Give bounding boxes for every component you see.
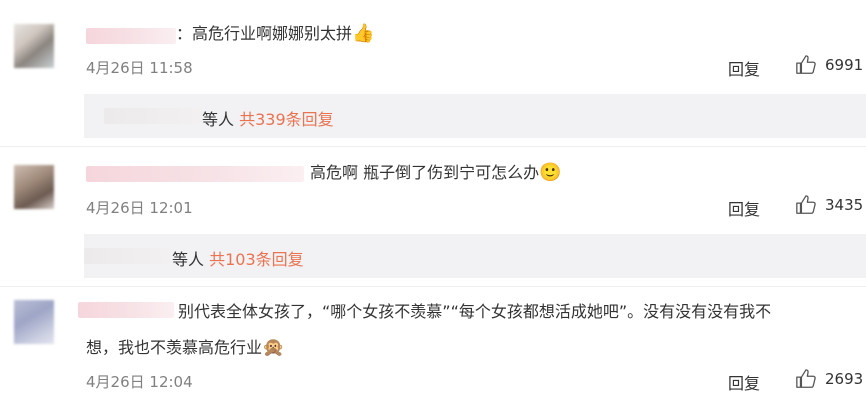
comment-text-continued: 想，我也不羡慕高危行业🙊 bbox=[86, 337, 285, 358]
divider bbox=[0, 146, 866, 147]
reply-summary: 等人 共339条回复 bbox=[202, 110, 334, 129]
comment-text: 高危啊 瓶子倒了伤到宁可怎么办🙂 bbox=[310, 162, 562, 183]
smile-emoji-icon: 🙂 bbox=[539, 162, 562, 183]
comment-text: ：高危行业啊娜娜别太拼👍 bbox=[176, 23, 375, 44]
replier-names-blurred[interactable] bbox=[84, 248, 170, 264]
reply-summary-box: 等人 共103条回复 bbox=[84, 234, 866, 278]
reply-button[interactable]: 回复 bbox=[728, 56, 760, 80]
commenter-name-blurred[interactable] bbox=[86, 166, 304, 182]
like-button[interactable]: 2693 bbox=[795, 368, 863, 390]
thumbs-up-icon bbox=[796, 55, 816, 74]
avatar[interactable] bbox=[14, 165, 54, 209]
comment-date: 4月26日 12:01 bbox=[86, 199, 193, 217]
reply-button[interactable]: 回复 bbox=[728, 370, 760, 394]
divider bbox=[0, 286, 866, 287]
thumbs-up-emoji-icon: 👍 bbox=[352, 23, 375, 44]
commenter-name-blurred[interactable] bbox=[78, 302, 174, 318]
avatar[interactable] bbox=[14, 300, 54, 344]
see-no-evil-monkey-emoji-icon: 🙊 bbox=[262, 337, 285, 358]
reply-button[interactable]: 回复 bbox=[728, 196, 760, 220]
replier-names-blurred[interactable] bbox=[104, 108, 202, 124]
reply-summary-box: 等人 共339条回复 bbox=[84, 94, 866, 138]
reply-summary: 等人 共103条回复 bbox=[172, 250, 304, 269]
like-count: 2693 bbox=[825, 370, 864, 388]
like-count: 3435 bbox=[825, 196, 864, 214]
like-count: 6991 bbox=[825, 56, 864, 74]
comment-text: 别代表全体女孩了，“哪个女孩不羡慕”“每个女孩都想活成她吧”。没有没有没有我不 bbox=[178, 302, 772, 321]
avatar[interactable] bbox=[14, 24, 54, 68]
like-button[interactable]: 6991 bbox=[795, 54, 863, 76]
comment-date: 4月26日 12:04 bbox=[86, 373, 193, 391]
reply-count-link[interactable]: 共339条回复 bbox=[239, 110, 334, 129]
thumbs-up-icon bbox=[796, 195, 816, 214]
like-button[interactable]: 3435 bbox=[795, 194, 863, 216]
commenter-name-blurred[interactable] bbox=[86, 28, 176, 44]
reply-count-link[interactable]: 共103条回复 bbox=[209, 250, 304, 269]
comment-date: 4月26日 11:58 bbox=[86, 59, 193, 77]
thumbs-up-icon bbox=[796, 369, 816, 388]
